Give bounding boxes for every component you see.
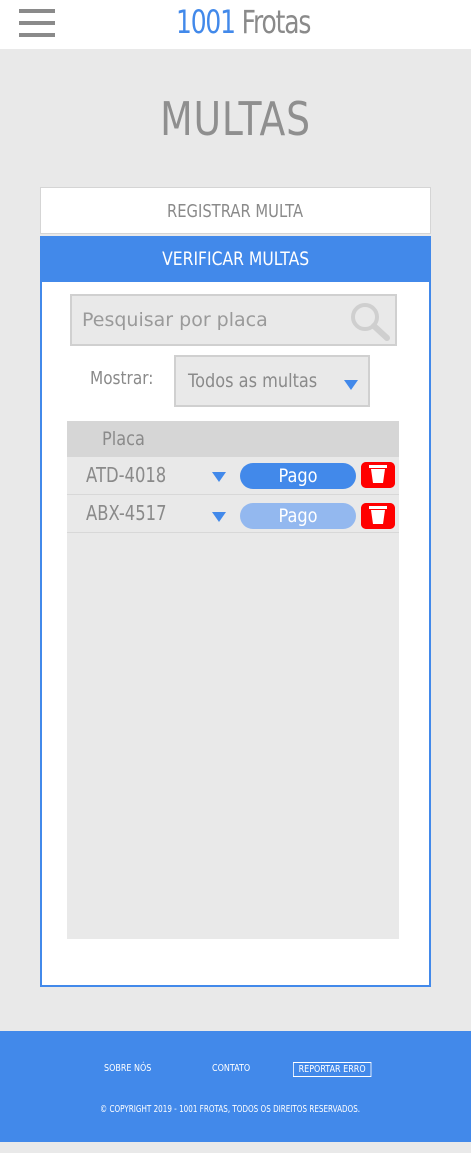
- tab-verify-fines[interactable]: VERIFICAR MULTAS: [40, 236, 431, 283]
- table-row: ATD-4018 Pago: [67, 457, 399, 495]
- tab-register-label: REGISTRAR MULTA: [167, 201, 304, 222]
- status-button[interactable]: Pago: [240, 463, 356, 489]
- tab-register-fine[interactable]: REGISTRAR MULTA: [40, 187, 431, 234]
- chevron-down-icon: [344, 380, 358, 390]
- footer-link-about[interactable]: SOBRE NÓS: [104, 1063, 151, 1074]
- table-header: Placa: [67, 421, 399, 457]
- status-label: Pago: [278, 505, 318, 527]
- chevron-down-icon[interactable]: [212, 512, 226, 522]
- column-header-plate: Placa: [102, 428, 145, 450]
- trash-icon[interactable]: [361, 462, 395, 488]
- report-error-button[interactable]: REPORTAR ERRO: [293, 1062, 372, 1077]
- footer: SOBRE NÓS CONTATO REPORTAR ERRO © COPYRI…: [0, 1031, 471, 1142]
- filter-selected-value: Todos as multas: [188, 370, 318, 392]
- table-row: ABX-4517 Pago: [67, 495, 399, 533]
- search-input[interactable]: [82, 296, 352, 344]
- chevron-down-icon[interactable]: [212, 472, 226, 482]
- logo-number: 1001: [176, 3, 236, 41]
- menu-icon[interactable]: [19, 9, 55, 37]
- search-field: [70, 294, 397, 346]
- page-title: MULTAS: [160, 92, 311, 146]
- footer-link-contact[interactable]: CONTATO: [212, 1063, 250, 1074]
- filter-select[interactable]: Todos as multas: [174, 355, 370, 407]
- filter-label: Mostrar:: [90, 368, 154, 389]
- search-icon[interactable]: [349, 301, 391, 341]
- top-bar: 1001 Frotas: [0, 0, 471, 49]
- copyright-text: © COPYRIGHT 2019 - 1001 FROTAS, TODOS OS…: [100, 1104, 361, 1115]
- tab-verify-label: VERIFICAR MULTAS: [161, 248, 310, 270]
- row-plate: ABX-4517: [86, 501, 167, 525]
- status-label: Pago: [278, 465, 318, 487]
- row-plate: ATD-4018: [86, 463, 167, 487]
- status-button[interactable]: Pago: [240, 503, 356, 529]
- trash-icon[interactable]: [361, 503, 395, 529]
- app-logo[interactable]: 1001 Frotas: [176, 3, 312, 41]
- fines-table: Placa ATD-4018 Pago ABX-4517 Pago: [67, 421, 399, 939]
- logo-word: Frotas: [241, 3, 312, 41]
